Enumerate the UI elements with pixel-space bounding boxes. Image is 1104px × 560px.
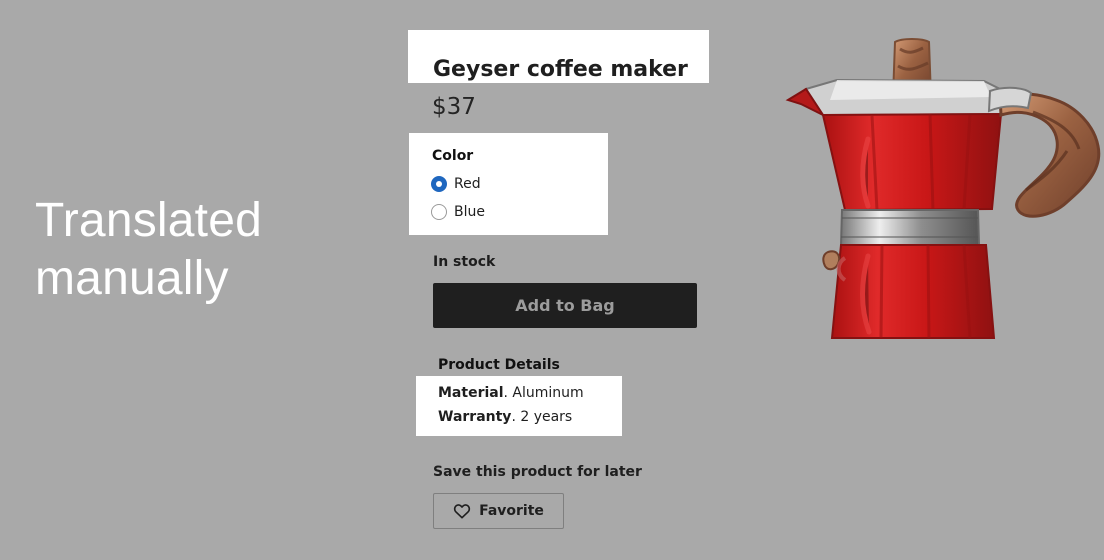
stock-status: In stock xyxy=(433,254,496,270)
material-detail: Material. Aluminum xyxy=(438,383,584,403)
product-title: Geyser coffee maker xyxy=(433,56,688,82)
moka-pot-image xyxy=(785,38,1101,339)
material-value: . Aluminum xyxy=(503,385,584,401)
color-option-blue[interactable]: Blue xyxy=(431,202,485,222)
save-for-later-label: Save this product for later xyxy=(433,464,642,480)
color-option-red-label: Red xyxy=(454,176,481,192)
material-label: Material xyxy=(438,385,504,401)
unselected-radio-icon[interactable] xyxy=(431,204,447,220)
color-option-blue-label: Blue xyxy=(454,204,485,220)
translated-manually-note: Translated manually xyxy=(35,194,262,305)
product-price: $37 xyxy=(432,94,476,120)
color-option-red[interactable]: Red xyxy=(431,174,481,194)
favorite-label: Favorite xyxy=(479,503,544,519)
color-label: Color xyxy=(432,148,474,164)
warranty-value: . 2 years xyxy=(511,409,573,425)
favorite-button[interactable]: Favorite xyxy=(433,493,564,529)
warranty-label: Warranty xyxy=(438,409,512,425)
product-details-heading: Product Details xyxy=(438,357,560,373)
add-to-bag-button[interactable]: Add to Bag xyxy=(433,283,697,328)
heart-icon xyxy=(453,504,471,519)
warranty-detail: Warranty. 2 years xyxy=(438,407,572,427)
selected-radio-icon[interactable] xyxy=(431,176,447,192)
